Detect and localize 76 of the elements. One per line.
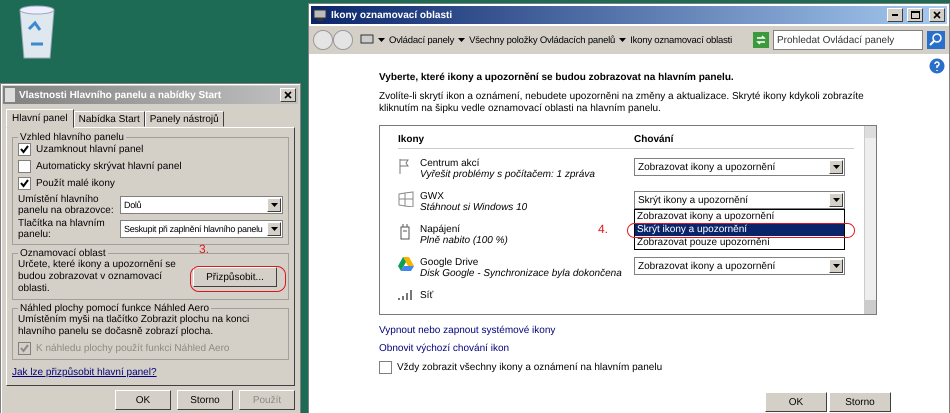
checkbox[interactable]	[18, 160, 31, 173]
signal-bars-icon	[398, 290, 412, 300]
breadcrumb-item[interactable]: Ikony oznamovací oblasti	[630, 34, 732, 46]
close-icon	[933, 11, 941, 19]
close-button[interactable]	[280, 88, 296, 102]
app-status: Disk Google - Synchronizace byla dokončena	[420, 268, 622, 279]
close-button[interactable]	[929, 8, 945, 22]
caret-icon[interactable]	[619, 38, 626, 42]
page-description: Zvolíte-li skrytí ikon a oznámení, nebudete upozorněni na změny a aktualizace. Skryté ikony kdykoli zobrazíte kliknutím na šipku vedle oznamovací oblasti na hlavním panelu.	[379, 91, 865, 115]
checkbox-label: Uzamknout hlavní panel	[36, 144, 144, 155]
group-title: Oznamovací oblast	[19, 248, 107, 259]
checkbox-label: K náhledu plochy použít funkci Náhled Aero	[36, 343, 230, 354]
window-icon	[5, 88, 15, 102]
search-icon[interactable]	[927, 31, 945, 49]
maximize-icon	[910, 11, 920, 19]
behavior-dropdown[interactable]: Zobrazovat ikony a upozornění	[634, 257, 845, 275]
dialog-button[interactable]: Storno	[177, 390, 233, 410]
checkbox[interactable]	[18, 177, 31, 190]
dropdown[interactable]: Seskupit při zaplnění hlavního panelu	[120, 220, 283, 238]
step-number: 4.	[598, 222, 608, 236]
app-status: Vyřešit problémy s počítačem: 1 zpráva	[420, 169, 595, 180]
column-header: Chování	[634, 134, 675, 145]
app-name: Centrum akcí	[420, 158, 480, 169]
checkbox-label: Použít malé ikony	[36, 178, 115, 189]
help-icon[interactable]	[929, 58, 945, 74]
dialog-button[interactable]: Storno	[829, 392, 891, 412]
maximize-button[interactable]	[907, 8, 923, 22]
triangle-logo-icon	[398, 257, 414, 271]
dialog-button[interactable]: OK	[765, 392, 827, 412]
settings-link[interactable]: Obnovit výchozí chování ikon	[379, 343, 510, 354]
group-title: Vzhled hlavního panelu	[19, 132, 125, 143]
monitor-icon	[313, 9, 327, 21]
customize-button[interactable]: Přizpůsobit...	[193, 267, 277, 287]
minimize-icon	[892, 14, 898, 16]
checkbox-label: Automaticky skrývat hlavní panel	[36, 161, 182, 172]
column-header: Ikony	[398, 134, 426, 145]
behavior-dropdown[interactable]: Skrýt ikony a upozornění	[634, 191, 845, 209]
scrollbar[interactable]	[864, 126, 876, 314]
help-link[interactable]: Jak lze přizpůsobit hlavní panel?	[12, 367, 157, 378]
dialog-button[interactable]: OK	[115, 390, 171, 410]
app-name: Google Drive	[420, 257, 478, 268]
app-status: Stáhnout si Windows 10	[420, 202, 528, 213]
window-title: Ikony oznamovací oblasti	[331, 10, 454, 20]
monitor-icon	[360, 34, 374, 46]
page-heading: Vyberte, které ikony a upozornění se budou zobrazovat na hlavním panelu.	[379, 72, 735, 83]
search-field[interactable]: Prohledat Ovládací panely	[773, 30, 923, 50]
window-title: Vlastnosti Hlavního panelu a nabídky Start	[19, 90, 222, 100]
close-icon	[284, 91, 292, 99]
field-label: Umístění hlavního panelu na obrazovce:	[18, 194, 114, 216]
caret-icon[interactable]	[458, 38, 466, 42]
tab[interactable]: Nabídka Start	[74, 111, 145, 127]
minimize-button[interactable]	[887, 8, 903, 22]
dropdown-option[interactable]: Skrýt ikony a upozornění	[635, 223, 844, 236]
settings-link[interactable]: Vypnout nebo zapnout systémové ikony	[379, 325, 556, 336]
checkbox-label: Vždy zobrazit všechny ikony a oznámení na hlavním panelu	[397, 362, 662, 373]
app-name: Napájení	[420, 224, 460, 235]
checkbox[interactable]	[379, 361, 392, 374]
refresh-icon[interactable]	[753, 32, 769, 48]
dropdown[interactable]: Dolů	[120, 196, 283, 214]
tab[interactable]: Panely nástrojů	[144, 111, 224, 127]
breadcrumb-item[interactable]: Ovládací panely	[389, 34, 454, 46]
app-status: Plně nabito (100 %)	[420, 235, 508, 246]
group-description: Určete, které ikony a upozornění se budou zobrazovat v oznamovací oblasti.	[18, 259, 177, 295]
breadcrumb-item[interactable]: Všechny položky Ovládacích panelů	[469, 34, 616, 46]
checkbox[interactable]	[18, 143, 31, 156]
app-name: GWX	[420, 191, 444, 202]
behavior-dropdown[interactable]: Zobrazovat ikony a upozornění	[634, 158, 845, 176]
group-title: Náhled plochy pomocí funkce Náhled Aero	[19, 303, 210, 314]
group-description: Umístěním myši na tlačítko Zobrazit plochu na konci hlavního panelu se dočasně zobrazí plocha.	[18, 314, 250, 338]
caret-icon[interactable]	[378, 38, 385, 42]
app-name: Síť	[420, 290, 434, 301]
tab[interactable]: Hlavní panel	[6, 109, 74, 128]
window-icon	[398, 191, 414, 207]
field-label: Tlačítka na hlavním panelu:	[18, 218, 106, 240]
step-number: 3.	[199, 242, 210, 256]
recycle-bin-icon[interactable]	[17, 4, 57, 60]
